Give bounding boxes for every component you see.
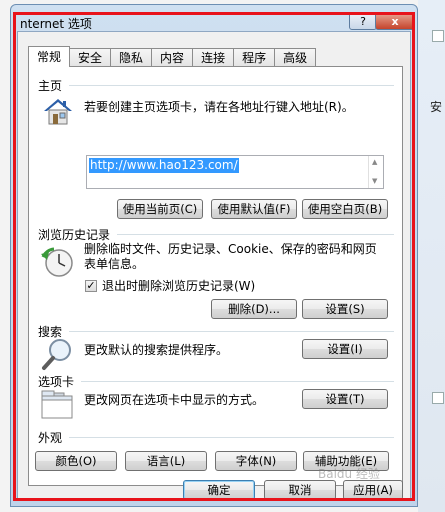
magnifier-icon <box>42 339 71 370</box>
delete-on-exit-checkbox[interactable]: ✓ <box>85 280 97 292</box>
general-panel: 主页 若要创建主页选项卡，请在各地址行键入地址(R)。 http://www.h… <box>28 66 403 486</box>
tab-strip: 常规 安全 隐私 内容 连接 程序 高级 <box>28 46 317 67</box>
apply-button[interactable]: 应用(A) <box>343 480 403 500</box>
tabs-section-title: 选项卡 <box>38 375 75 389</box>
colors-button[interactable]: 颜色(O) <box>35 451 117 471</box>
tabs-description: 更改网页在选项卡中显示的方式。 <box>84 393 265 407</box>
tab-security[interactable]: 安全 <box>69 48 112 67</box>
home-description: 若要创建主页选项卡，请在各地址行键入地址(R)。 <box>84 100 354 114</box>
background-window: 安 <box>418 0 445 512</box>
tab-general[interactable]: 常规 <box>28 46 71 67</box>
appearance-separator <box>69 437 394 438</box>
tab-privacy[interactable]: 隐私 <box>110 48 153 67</box>
tabs-settings-button[interactable]: 设置(T) <box>302 389 388 409</box>
tab-window-icon <box>41 390 73 419</box>
home-url-text: http://www.hao123.com/ <box>89 158 239 173</box>
history-description-line1: 删除临时文件、历史记录、Cookie、保存的密码和网页 <box>84 242 377 256</box>
tab-content[interactable]: 内容 <box>151 48 194 67</box>
home-section-title: 主页 <box>38 79 63 93</box>
appearance-section-title: 外观 <box>38 431 63 445</box>
clock-history-icon <box>41 247 73 277</box>
history-description-line2: 表单信息。 <box>84 257 145 271</box>
home-separator <box>69 85 394 86</box>
close-button[interactable]: x <box>375 12 415 30</box>
use-blank-button[interactable]: 使用空白页(B) <box>302 199 388 219</box>
tabs-separator <box>81 381 394 382</box>
ok-button[interactable]: 确定 <box>183 480 255 500</box>
cancel-button[interactable]: 取消 <box>264 480 336 500</box>
watermark: Baidu 经验 <box>318 467 380 481</box>
use-current-button[interactable]: 使用当前页(C) <box>117 199 203 219</box>
tab-connections[interactable]: 连接 <box>192 48 235 67</box>
url-scrollbar[interactable]: ▲ ▼ <box>368 156 383 188</box>
delete-history-button[interactable]: 删除(D)... <box>211 299 297 319</box>
search-settings-button[interactable]: 设置(I) <box>302 339 388 359</box>
search-description: 更改默认的搜索提供程序。 <box>84 343 229 357</box>
history-separator <box>117 234 394 235</box>
history-section-title: 浏览历史记录 <box>38 228 111 242</box>
fonts-button[interactable]: 字体(N) <box>215 451 297 471</box>
internet-options-dialog: nternet 选项 ? x 常规 安全 隐私 内容 连接 程序 高级 主页 若… <box>10 4 418 507</box>
use-default-button[interactable]: 使用默认值(F) <box>211 199 297 219</box>
window-title: nternet 选项 <box>20 17 92 31</box>
languages-button[interactable]: 语言(L) <box>125 451 207 471</box>
background-checkbox-2 <box>432 392 444 404</box>
delete-on-exit-label[interactable]: 退出时删除浏览历史记录(W) <box>102 279 255 294</box>
background-checkbox <box>432 30 444 42</box>
history-settings-button[interactable]: 设置(S) <box>302 299 388 319</box>
background-text: 安 <box>430 100 443 114</box>
house-icon <box>44 99 72 125</box>
help-button[interactable]: ? <box>349 12 377 30</box>
home-url-input[interactable]: http://www.hao123.com/ ▲ ▼ <box>86 155 384 189</box>
dialog-client: 常规 安全 隐私 内容 连接 程序 高级 主页 若要创建主页选项卡，请在各地址行… <box>17 31 411 501</box>
tab-advanced[interactable]: 高级 <box>274 48 317 67</box>
search-separator <box>69 331 394 332</box>
tab-programs[interactable]: 程序 <box>233 48 276 67</box>
